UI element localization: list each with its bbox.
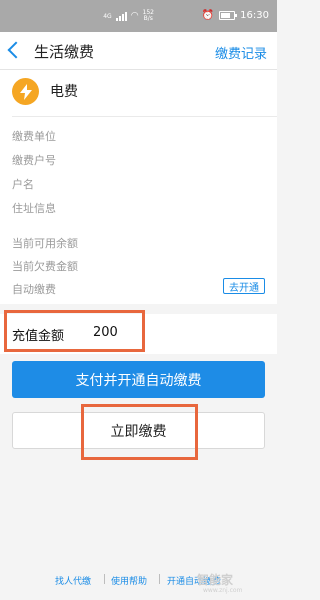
pay-and-enable-auto-pay-button[interactable]: 支付并开通自动缴费 — [12, 361, 265, 398]
footer-separator — [159, 574, 160, 584]
page-title: 生活缴费 — [34, 43, 95, 61]
enable-auto-pay-button[interactable]: 去开通 — [223, 278, 265, 294]
watermark: 智能家 — [197, 573, 234, 587]
amount-highlight-box — [4, 310, 145, 352]
field-address: 住址信息 — [12, 202, 56, 215]
field-available-balance: 当前可用余额 — [12, 237, 78, 250]
clock: 16:30 — [240, 10, 269, 21]
field-auto-pay: 自动缴费 — [12, 283, 56, 296]
help-link[interactable]: 使用帮助 — [111, 574, 147, 587]
status-right: ⏰ 16:30 — [202, 10, 269, 21]
status-bar: 4G ◠ 152 B/s ⏰ 16:30 — [0, 0, 277, 32]
field-account-name: 户名 — [12, 178, 34, 191]
divider — [12, 116, 277, 117]
battery-icon — [219, 11, 238, 20]
network-indicators: 4G ◠ 152 B/s — [103, 10, 154, 22]
alarm-icon: ⏰ — [201, 10, 215, 21]
lightning-icon — [12, 78, 39, 105]
nav-bar: 生活缴费 缴费记录 — [0, 32, 277, 70]
back-icon[interactable] — [7, 41, 25, 59]
network-type-label: 4G — [103, 12, 112, 20]
field-account-number: 缴费户号 — [12, 154, 56, 167]
network-speed: 152 B/s — [143, 10, 154, 22]
field-payment-unit: 缴费单位 — [12, 130, 56, 143]
wifi-icon: ◠ — [130, 11, 139, 21]
bill-info-card: 电费 缴费单位 缴费户号 户名 住址信息 当前可用余额 当前欠费金额 自动缴费 … — [0, 70, 277, 304]
bill-type-title: 电费 — [50, 84, 78, 100]
watermark-url: www.znj.com — [203, 587, 243, 594]
footer-links: 找人代缴 使用帮助 开通自动缴费 — [0, 574, 277, 588]
field-arrears-amount: 当前欠费金额 — [12, 260, 78, 273]
signal-icon — [115, 11, 127, 21]
payment-records-link[interactable]: 缴费记录 — [215, 43, 267, 62]
speed-unit: B/s — [143, 15, 153, 22]
footer-separator — [104, 574, 105, 584]
pay-now-highlight-box — [81, 404, 198, 460]
pay-for-others-link[interactable]: 找人代缴 — [55, 574, 91, 587]
